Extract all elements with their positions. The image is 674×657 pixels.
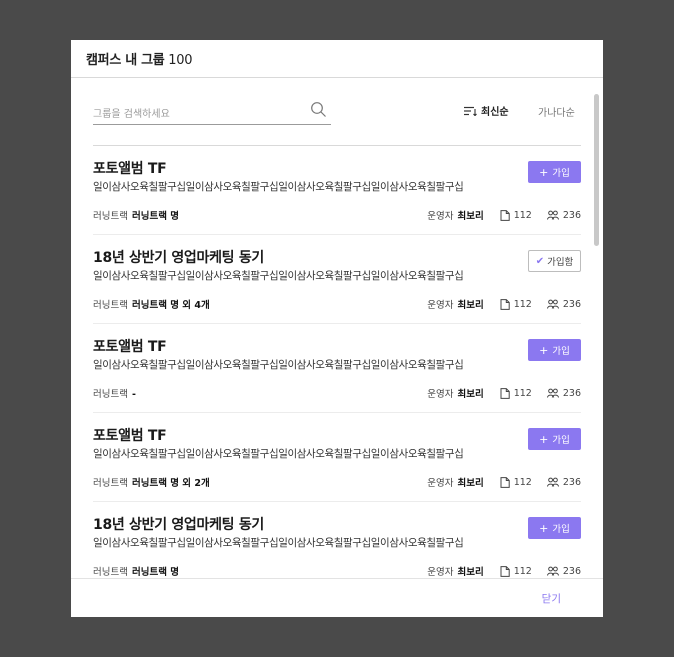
post-count: 112 <box>513 387 532 399</box>
learning-track-label: 러닝트랙 <box>93 389 128 400</box>
join-button[interactable]: + 가입 <box>528 339 581 361</box>
sort-latest-button[interactable]: 최신순 <box>464 103 509 118</box>
group-description: 일이삼사오육칠팔구십일이삼사오육칠팔구십일이삼사오육칠팔구십일이삼사오육칠팔구십 <box>93 181 464 193</box>
learning-track-value: 러닝트랙 명 외 4개 <box>131 300 210 311</box>
group-title: 18년 상반기 영업마케팅 동기 <box>93 517 264 533</box>
sort-latest-label: 최신순 <box>481 107 509 118</box>
sort-icon <box>464 106 477 116</box>
document-icon <box>500 298 510 310</box>
plus-icon: + <box>539 343 549 357</box>
member-count: 236 <box>562 476 581 488</box>
learning-track-info: 러닝트랙 - <box>93 386 136 400</box>
group-list-item[interactable]: 18년 상반기 영업마케팅 동기 일이삼사오육칠팔구십일이삼사오육칠팔구십일이삼… <box>93 235 581 324</box>
member-count: 236 <box>562 298 581 310</box>
check-icon: ✔ <box>535 255 545 267</box>
join-button[interactable]: + 가입 <box>528 428 581 450</box>
search-input[interactable] <box>93 98 293 124</box>
join-button[interactable]: + 가입 <box>528 517 581 539</box>
group-meta: 운영자 최보리 112 236 <box>427 208 581 223</box>
operator-label: 운영자 <box>427 211 454 222</box>
members-icon <box>546 477 559 487</box>
group-list-item[interactable]: 포토앨범 TF 일이삼사오육칠팔구십일이삼사오육칠팔구십일이삼사오육칠팔구십일이… <box>93 146 581 235</box>
modal-body: 최신순 가나다순 포토앨범 TF 일이삼사오육칠팔구십일이삼사오육칠팔구십일이삼… <box>71 78 603 579</box>
join-label: 가입 <box>552 524 570 535</box>
member-count: 236 <box>562 209 581 221</box>
join-label: 가입 <box>552 435 570 446</box>
operator-label: 운영자 <box>427 300 454 311</box>
operator-name: 최보리 <box>457 300 484 311</box>
operator-label: 운영자 <box>427 567 454 578</box>
post-count: 112 <box>513 298 532 310</box>
members-icon <box>546 299 559 309</box>
group-title: 포토앨범 TF <box>93 161 167 177</box>
operator-name: 최보리 <box>457 478 484 489</box>
learning-track-label: 러닝트랙 <box>93 300 128 311</box>
operator-label: 운영자 <box>427 389 454 400</box>
plus-icon: + <box>539 432 549 446</box>
group-list-item[interactable]: 포토앨범 TF 일이삼사오육칠팔구십일이삼사오육칠팔구십일이삼사오육칠팔구십일이… <box>93 324 581 413</box>
join-button[interactable]: + 가입 <box>528 161 581 183</box>
learning-track-value: 러닝트랙 명 <box>131 211 179 222</box>
joined-label: 가입함 <box>547 257 574 268</box>
plus-icon: + <box>539 165 549 179</box>
learning-track-label: 러닝트랙 <box>93 211 128 222</box>
group-description: 일이삼사오육칠팔구십일이삼사오육칠팔구십일이삼사오육칠팔구십일이삼사오육칠팔구십 <box>93 270 464 282</box>
group-description: 일이삼사오육칠팔구십일이삼사오육칠팔구십일이삼사오육칠팔구십일이삼사오육칠팔구십 <box>93 448 464 460</box>
search-icon[interactable] <box>310 101 327 118</box>
group-title: 포토앨범 TF <box>93 339 167 355</box>
learning-track-label: 러닝트랙 <box>93 478 128 489</box>
post-count: 112 <box>513 209 532 221</box>
document-icon <box>500 565 510 577</box>
group-list-item[interactable]: 포토앨범 TF 일이삼사오육칠팔구십일이삼사오육칠팔구십일이삼사오육칠팔구십일이… <box>93 413 581 502</box>
post-count: 112 <box>513 565 532 577</box>
join-label: 가입 <box>552 346 570 357</box>
learning-track-info: 러닝트랙 러닝트랙 명 외 2개 <box>93 475 210 489</box>
document-icon <box>500 209 510 221</box>
member-count: 236 <box>562 565 581 577</box>
search-box <box>93 98 331 125</box>
toolbar: 최신순 가나다순 <box>93 98 581 126</box>
close-button[interactable]: 닫기 <box>536 590 567 607</box>
sort-alpha-button[interactable]: 가나다순 <box>538 104 575 119</box>
operator-name: 최보리 <box>457 567 484 578</box>
members-icon <box>546 388 559 398</box>
group-meta: 운영자 최보리 112 236 <box>427 297 581 312</box>
group-title: 포토앨범 TF <box>93 428 167 444</box>
operator-name: 최보리 <box>457 389 484 400</box>
modal-title-text: 캠퍼스 내 그룹 <box>86 53 165 68</box>
modal-footer: 닫기 <box>71 578 603 617</box>
members-icon <box>546 566 559 576</box>
group-meta: 운영자 최보리 112 236 <box>427 564 581 579</box>
learning-track-info: 러닝트랙 러닝트랙 명 <box>93 208 179 222</box>
document-icon <box>500 476 510 488</box>
group-list-item[interactable]: 18년 상반기 영업마케팅 동기 일이삼사오육칠팔구십일이삼사오육칠팔구십일이삼… <box>93 502 581 579</box>
group-meta: 운영자 최보리 112 236 <box>427 475 581 490</box>
learning-track-label: 러닝트랙 <box>93 567 128 578</box>
operator-label: 운영자 <box>427 478 454 489</box>
group-list-modal: 캠퍼스 내 그룹 100 최신순 가나다순 <box>71 40 603 617</box>
group-description: 일이삼사오육칠팔구십일이삼사오육칠팔구십일이삼사오육칠팔구십일이삼사오육칠팔구십 <box>93 537 464 549</box>
operator-name: 최보리 <box>457 211 484 222</box>
group-count: 100 <box>168 53 193 68</box>
group-title: 18년 상반기 영업마케팅 동기 <box>93 250 264 266</box>
plus-icon: + <box>539 521 549 535</box>
group-meta: 운영자 최보리 112 236 <box>427 386 581 401</box>
learning-track-info: 러닝트랙 러닝트랙 명 외 4개 <box>93 297 210 311</box>
scrollbar[interactable] <box>594 94 599 246</box>
members-icon <box>546 210 559 220</box>
group-description: 일이삼사오육칠팔구십일이삼사오육칠팔구십일이삼사오육칠팔구십일이삼사오육칠팔구십 <box>93 359 464 371</box>
member-count: 236 <box>562 387 581 399</box>
modal-header: 캠퍼스 내 그룹 100 <box>71 40 603 78</box>
modal-title: 캠퍼스 내 그룹 100 <box>86 49 192 68</box>
joined-button[interactable]: ✔ 가입함 <box>528 250 581 272</box>
post-count: 112 <box>513 476 532 488</box>
learning-track-value: 러닝트랙 명 외 2개 <box>131 478 210 489</box>
join-label: 가입 <box>552 168 570 179</box>
learning-track-value: - <box>131 389 136 400</box>
document-icon <box>500 387 510 399</box>
learning-track-value: 러닝트랙 명 <box>131 567 179 578</box>
group-list: 포토앨범 TF 일이삼사오육칠팔구십일이삼사오육칠팔구십일이삼사오육칠팔구십일이… <box>93 145 581 579</box>
learning-track-info: 러닝트랙 러닝트랙 명 <box>93 564 179 578</box>
